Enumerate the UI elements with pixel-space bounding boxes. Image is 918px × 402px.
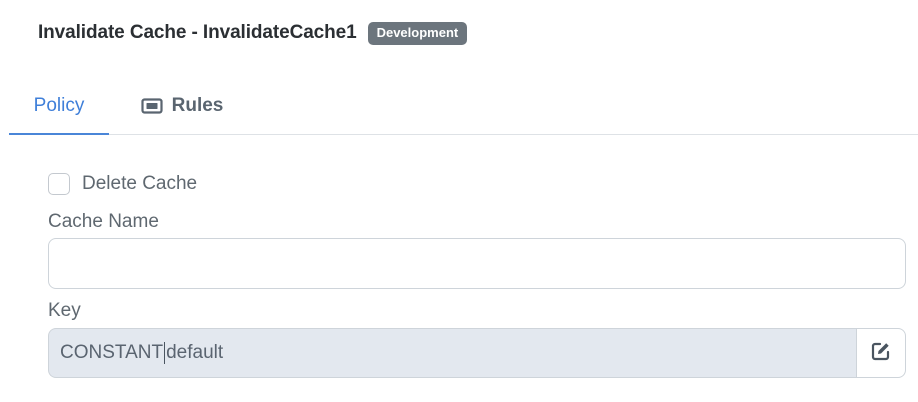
cache-name-input[interactable] <box>48 238 906 289</box>
key-label: Key <box>48 300 81 321</box>
cache-name-label: Cache Name <box>48 211 159 232</box>
policy-editor: Invalidate Cache - InvalidateCache1 Deve… <box>0 0 918 402</box>
key-field-group: CONSTANT default <box>48 328 906 378</box>
tab-rules[interactable]: Rules <box>119 78 245 134</box>
delete-cache-row: Delete Cache <box>48 173 197 195</box>
text-cursor <box>164 342 166 364</box>
key-input[interactable]: CONSTANT default <box>48 328 856 378</box>
page-title: Invalidate Cache - InvalidateCache1 <box>38 22 357 43</box>
tab-bar: Policy Rules <box>9 78 918 135</box>
delete-cache-label[interactable]: Delete Cache <box>82 173 197 195</box>
tab-rules-label: Rules <box>171 95 224 116</box>
page-header: Invalidate Cache - InvalidateCache1 Deve… <box>38 20 468 46</box>
delete-cache-checkbox[interactable] <box>48 173 70 195</box>
key-value-after-cursor: default <box>166 342 224 363</box>
edit-key-button[interactable] <box>856 328 906 378</box>
ticket-icon <box>141 98 163 114</box>
edit-icon <box>871 341 891 366</box>
tab-policy-label: Policy <box>33 94 85 116</box>
key-value-before-cursor: CONSTANT <box>60 342 164 363</box>
tab-policy[interactable]: Policy <box>9 78 109 135</box>
environment-badge: Development <box>367 21 468 45</box>
